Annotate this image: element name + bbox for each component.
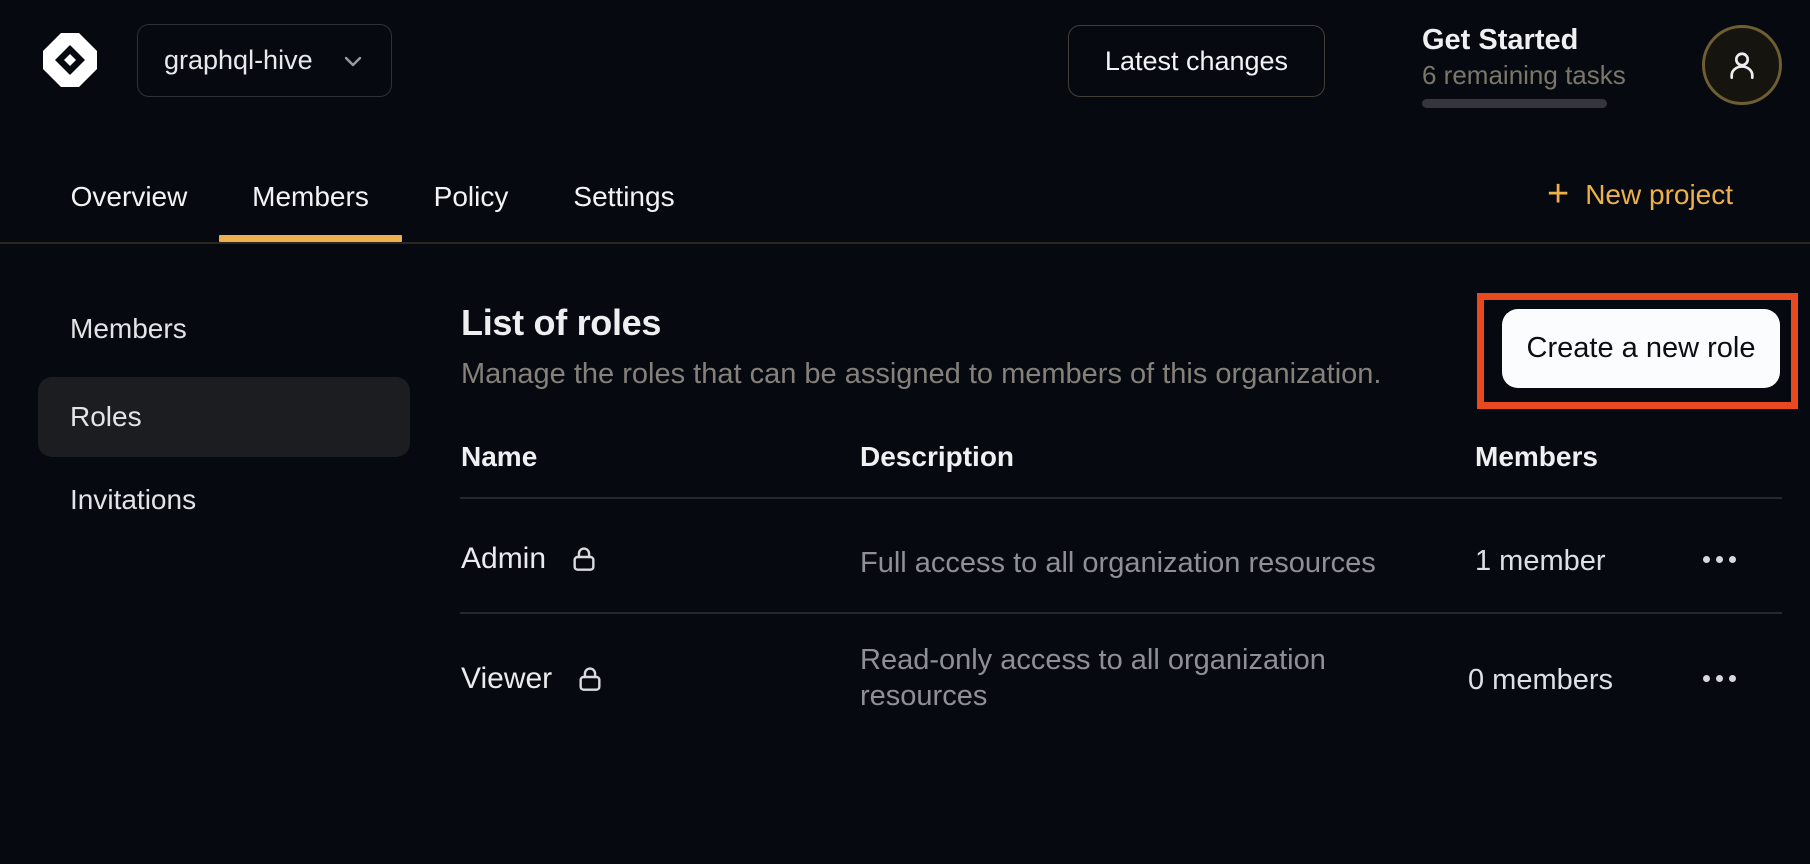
lock-icon [574, 663, 606, 695]
page-title: List of roles [461, 302, 661, 344]
column-header-name: Name [461, 441, 537, 473]
org-selector-button[interactable]: graphql-hive [137, 24, 392, 97]
hive-logo [38, 28, 102, 92]
latest-changes-label: Latest changes [1105, 46, 1288, 77]
get-started-progress-bar [1422, 99, 1607, 108]
tab-settings-label: Settings [573, 181, 674, 213]
role-description-admin: Full access to all organization resource… [860, 545, 1376, 581]
new-project-label: New project [1585, 179, 1733, 211]
sidebar-item-members[interactable]: Members [38, 304, 410, 354]
latest-changes-button[interactable]: Latest changes [1068, 25, 1325, 97]
lock-icon [568, 543, 600, 575]
column-header-members: Members [1475, 441, 1598, 473]
role-members-admin: 1 member [1475, 545, 1606, 578]
role-name-admin: Admin [461, 542, 546, 576]
get-started-title[interactable]: Get Started [1422, 24, 1578, 57]
user-avatar-button[interactable] [1702, 25, 1782, 105]
sidebar-item-invitations[interactable]: Invitations [38, 475, 410, 525]
chevron-down-icon [341, 49, 365, 73]
tab-policy-label: Policy [434, 181, 509, 213]
sidebar-members-label: Members [70, 313, 187, 345]
page-subtitle: Manage the roles that can be assigned to… [461, 358, 1381, 391]
tab-policy[interactable]: Policy [402, 160, 540, 242]
role-name-viewer: Viewer [461, 662, 552, 696]
role-description-viewer: Read-only access to all organization res… [860, 642, 1380, 714]
new-project-button[interactable]: + New project [1547, 174, 1733, 216]
tab-settings[interactable]: Settings [540, 160, 708, 242]
role-members-viewer: 0 members [1468, 664, 1613, 697]
get-started-remaining-tasks: 6 remaining tasks [1422, 60, 1626, 91]
org-name: graphql-hive [164, 45, 313, 76]
tab-members[interactable]: Members [219, 160, 402, 242]
ellipsis-menu-icon[interactable] [1703, 666, 1743, 690]
user-icon [1723, 46, 1761, 84]
create-new-role-button[interactable]: Create a new role [1502, 309, 1780, 388]
column-header-description: Description [860, 441, 1014, 473]
tab-members-label: Members [252, 181, 369, 213]
active-tab-underline [219, 235, 402, 242]
tab-overview[interactable]: Overview [39, 160, 219, 242]
ellipsis-menu-icon[interactable] [1703, 547, 1743, 571]
app-window: graphql-hive Latest changes Get Started … [0, 0, 1810, 864]
table-row-divider [460, 612, 1782, 614]
tabbar-divider [0, 242, 1810, 244]
sidebar-item-roles[interactable]: Roles [38, 377, 410, 457]
sidebar-invitations-label: Invitations [70, 484, 196, 516]
create-new-role-label: Create a new role [1527, 332, 1756, 365]
table-header-divider [460, 497, 1782, 499]
plus-icon: + [1547, 175, 1569, 213]
tab-overview-label: Overview [71, 181, 188, 213]
table-row-admin-name: Admin [461, 540, 600, 578]
table-row-viewer-name: Viewer [461, 660, 606, 698]
sidebar-roles-label: Roles [70, 401, 142, 433]
